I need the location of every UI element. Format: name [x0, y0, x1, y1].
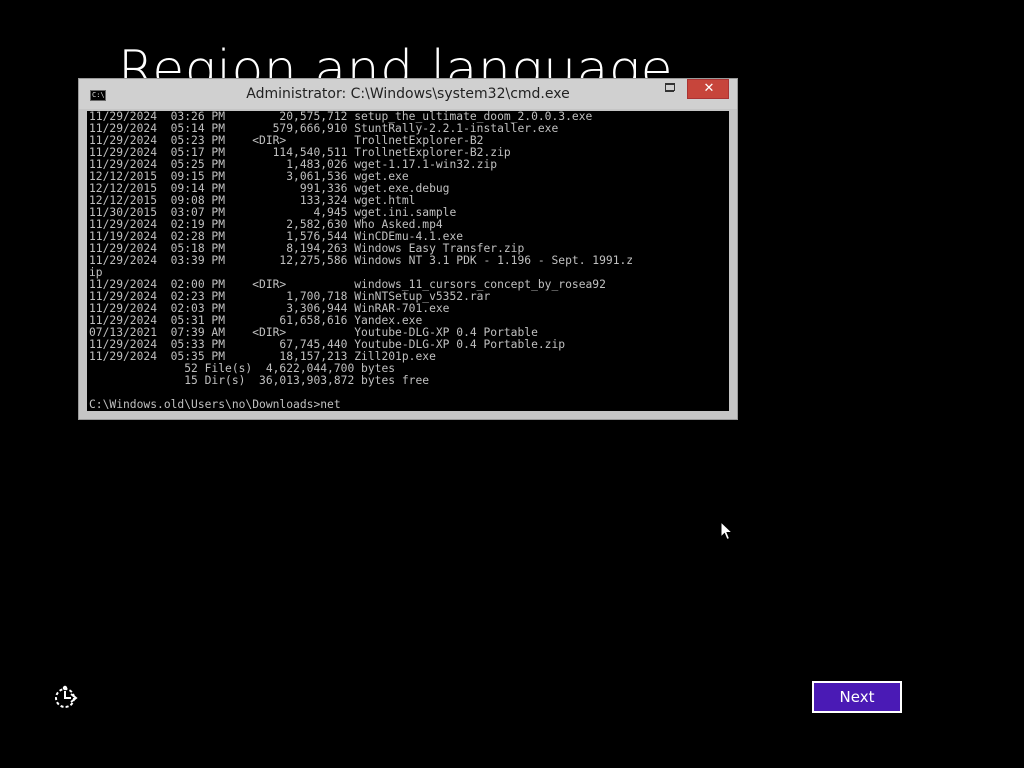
console-line: 15 Dir(s) 36,013,903,872 bytes free [89, 374, 430, 387]
mouse-pointer-icon [720, 521, 734, 541]
next-button[interactable]: Next [812, 681, 902, 713]
console-lines: 11/29/2024 03:26 PM 20,575,712 setup_the… [89, 111, 633, 411]
close-icon: ✕ [703, 81, 715, 96]
ease-of-access-icon[interactable] [52, 684, 80, 710]
close-button[interactable]: ✕ [687, 79, 729, 99]
cmd-window[interactable]: C:\ Administrator: C:\Windows\system32\c… [78, 78, 738, 420]
maximize-icon [665, 83, 675, 91]
console-line: C:\Windows.old\Users\no\Downloads>net [89, 398, 341, 411]
window-title: Administrator: C:\Windows\system32\cmd.e… [246, 86, 570, 102]
console-line: 11/29/2024 03:39 PM 12,275,586 Windows N… [89, 254, 634, 267]
cmd-titlebar[interactable]: C:\ Administrator: C:\Windows\system32\c… [79, 79, 737, 109]
maximize-button[interactable] [659, 79, 685, 99]
console-output[interactable]: 11/29/2024 03:26 PM 20,575,712 setup_the… [87, 111, 729, 411]
setup-screen: Region and language C:\ Administrator: C… [0, 0, 1024, 768]
